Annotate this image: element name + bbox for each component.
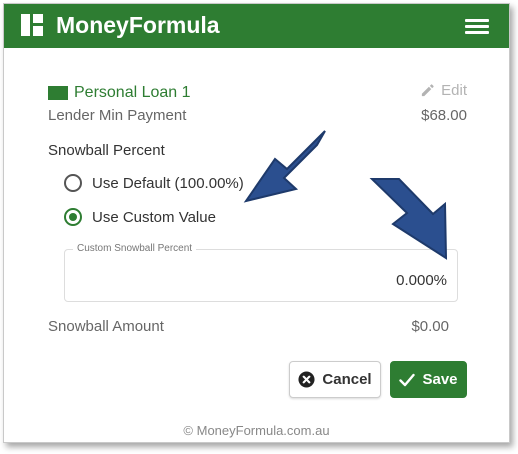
radio-use-custom[interactable]: Use Custom Value [64, 208, 216, 226]
loan-color-swatch [48, 86, 68, 100]
edit-button[interactable]: Edit [420, 82, 467, 99]
footer-copyright: © MoneyFormula.com.au [183, 423, 330, 438]
hamburger-menu-icon[interactable] [465, 19, 489, 35]
loan-title-text: Personal Loan 1 [74, 84, 191, 101]
min-payment-value: $68.00 [421, 107, 467, 124]
radio-use-custom-label: Use Custom Value [92, 208, 216, 226]
save-button-label: Save [422, 371, 458, 388]
loan-title: Personal Loan 1 [48, 84, 191, 102]
annotation-arrow-left [243, 130, 326, 203]
grid-logo-icon [21, 14, 43, 36]
cancel-circle-icon [298, 371, 315, 388]
edit-label: Edit [441, 82, 467, 99]
min-payment-label: Lender Min Payment [48, 107, 187, 124]
radio-use-default[interactable]: Use Default (100.00%) [64, 174, 244, 192]
custom-snowball-percent-input[interactable] [147, 272, 447, 289]
radio-use-default-label: Use Default (100.00%) [92, 174, 244, 192]
snowball-percent-label: Snowball Percent [48, 142, 165, 159]
radio-checked-icon[interactable] [64, 208, 82, 226]
pencil-icon [422, 84, 434, 97]
cancel-button[interactable]: Cancel [289, 361, 381, 398]
cancel-button-label: Cancel [322, 371, 372, 388]
radio-unchecked-icon[interactable] [64, 174, 82, 192]
snowball-amount-label: Snowball Amount [48, 318, 164, 335]
snowball-amount-value: $0.00 [411, 318, 449, 335]
checkmark-icon [399, 373, 416, 386]
app-header: MoneyFormula [4, 4, 509, 48]
dialog-frame: MoneyFormula Personal Loan 1 Edit Lender… [3, 3, 510, 443]
annotation-arrow-right [369, 178, 448, 260]
save-button[interactable]: Save [390, 361, 467, 398]
custom-snowball-percent-label: Custom Snowball Percent [73, 243, 197, 254]
app-name: MoneyFormula [56, 12, 220, 38]
